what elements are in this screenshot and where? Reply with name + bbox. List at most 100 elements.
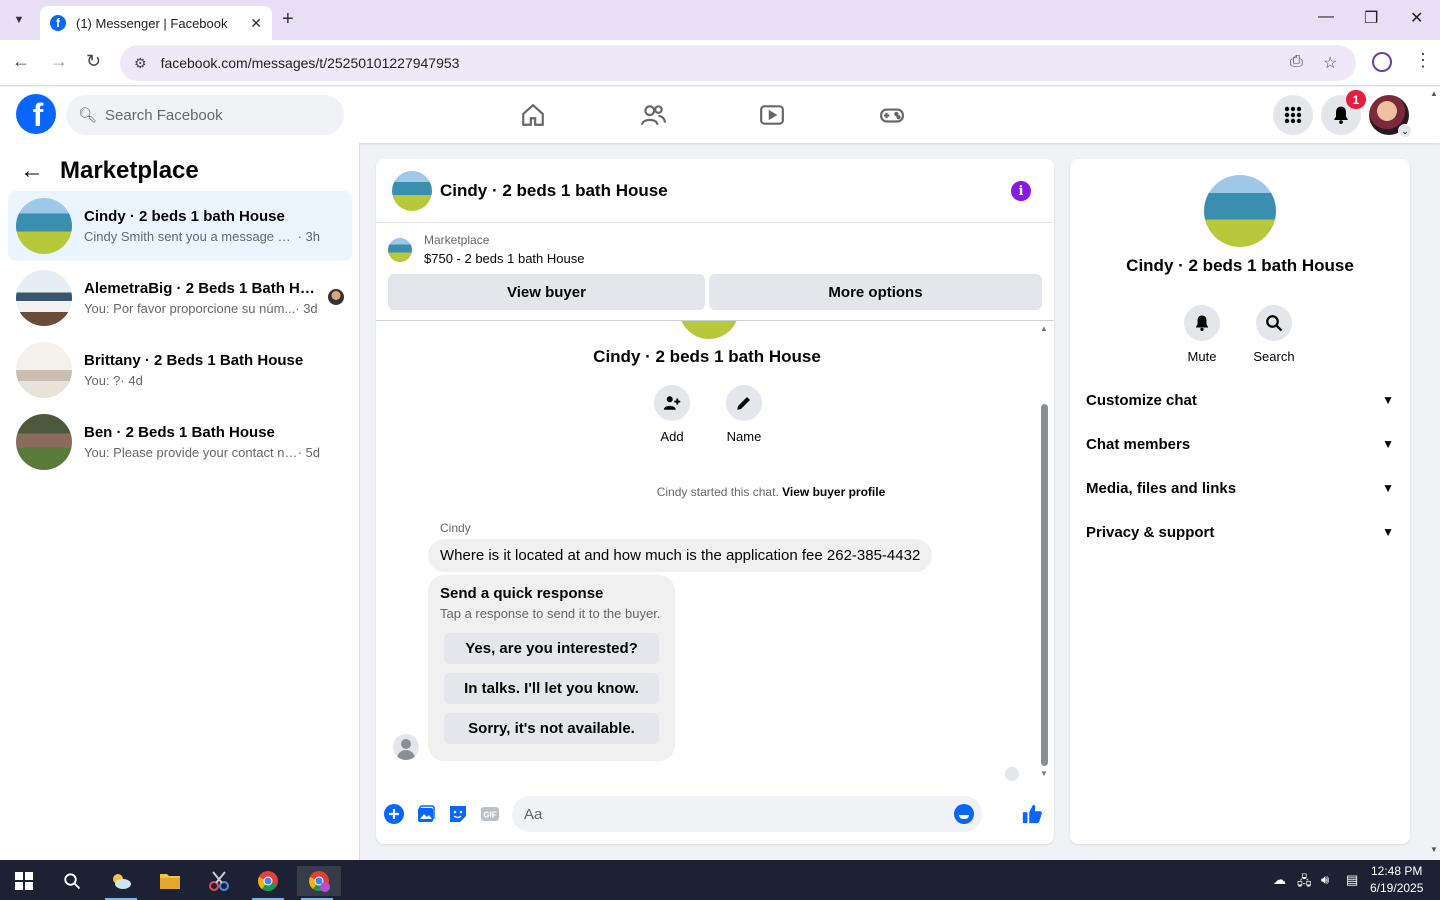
message-thread[interactable]: Cindy · 2 beds 1 bath House Add Name Cin…	[376, 321, 1054, 781]
search-action[interactable]: Search	[1244, 305, 1304, 364]
forward-icon[interactable]: →	[50, 51, 68, 72]
chat-members-section[interactable]: Chat members ▼	[1078, 422, 1402, 466]
conversation-time: · 3d	[295, 301, 318, 316]
browser-tab[interactable]: f (1) Messenger | Facebook ✕	[40, 6, 272, 40]
chat-header: Cindy · 2 beds 1 bath House	[376, 159, 1054, 223]
add-person-icon	[654, 385, 690, 421]
quick-response-in-talks-button[interactable]: In talks. I'll let you know.	[444, 673, 659, 704]
section-label: Customize chat	[1086, 391, 1197, 409]
scroll-down-icon[interactable]: ▼	[1040, 769, 1048, 778]
privacy-support-section[interactable]: Privacy & support ▼	[1078, 510, 1402, 554]
conversation-item[interactable]: Brittany · 2 Beds 1 Bath House You: ? · …	[8, 335, 352, 405]
video-icon[interactable]	[752, 99, 792, 131]
emoji-icon[interactable]	[954, 804, 974, 824]
onedrive-icon[interactable]: ☁	[1273, 872, 1286, 888]
message-input-box[interactable]	[512, 796, 982, 832]
sticker-icon[interactable]	[448, 804, 468, 824]
install-app-icon[interactable]: ⎙	[1290, 53, 1303, 71]
bookmark-star-icon[interactable]: ☆	[1323, 53, 1337, 73]
view-buyer-button[interactable]: View buyer	[388, 274, 705, 310]
chat-title[interactable]: Cindy · 2 beds 1 bath House	[440, 181, 668, 201]
chat-avatar[interactable]	[392, 170, 432, 211]
conversation-item[interactable]: AlemetraBig · 2 Beds 1 Bath Hou... You: …	[8, 263, 352, 333]
close-tab-icon[interactable]: ✕	[250, 15, 262, 32]
file-explorer-icon[interactable]	[150, 866, 190, 896]
facebook-header: f 🔍︎ 1 ⌄	[0, 87, 1440, 143]
menu-grid-icon[interactable]	[1273, 95, 1313, 135]
conversation-item[interactable]: Ben · 2 Beds 1 Bath House You: Please pr…	[8, 407, 352, 477]
mute-action[interactable]: Mute	[1172, 305, 1232, 364]
quick-response-not-available-button[interactable]: Sorry, it's not available.	[444, 713, 659, 744]
listing-thumbnail	[388, 237, 412, 262]
page-scrollbar[interactable]: ▲ ▼	[1428, 87, 1440, 860]
browser-profile-icon[interactable]	[1372, 52, 1392, 72]
tab-title: (1) Messenger | Facebook	[76, 15, 228, 31]
chat-scrollbar-thumb[interactable]	[1041, 404, 1048, 766]
listing-thumbnail	[16, 414, 72, 470]
chevron-down-icon: ▼	[1382, 437, 1394, 451]
more-options-button[interactable]: More options	[709, 274, 1042, 310]
conversation-item[interactable]: Cindy · 2 beds 1 bath House Cindy Smith …	[8, 191, 352, 261]
quick-response-heading: Send a quick response	[440, 585, 604, 602]
weather-widget-icon[interactable]	[101, 866, 141, 900]
browser-menu-icon[interactable]: ⋮	[1414, 50, 1432, 71]
thumbs-up-icon[interactable]	[1020, 804, 1044, 824]
chat-window: Cindy · 2 beds 1 bath House i Marketplac…	[376, 159, 1054, 844]
account-avatar[interactable]: ⌄	[1369, 95, 1412, 138]
scroll-down-icon[interactable]: ▼	[1430, 845, 1438, 854]
plus-icon[interactable]	[384, 804, 404, 824]
facebook-logo-icon[interactable]: f	[16, 94, 56, 134]
read-receipt-avatar	[1005, 767, 1019, 781]
customize-chat-section[interactable]: Customize chat ▼	[1078, 378, 1402, 422]
name-action[interactable]: Name	[714, 385, 774, 444]
close-window-icon[interactable]: ✕	[1410, 8, 1423, 28]
system-message: Cindy started this chat. View buyer prof…	[376, 485, 1054, 499]
scroll-up-icon[interactable]: ▲	[1430, 89, 1438, 98]
conversation-preview: You: Por favor proporcione su núm...	[84, 301, 296, 316]
message-input[interactable]	[524, 805, 944, 823]
back-icon[interactable]: ←	[12, 51, 30, 72]
gif-icon[interactable]: GIF	[480, 804, 500, 824]
windows-taskbar: ☁ 🖧 🔊︎ 12:48 PM 6/19/2025 ▤	[0, 860, 1440, 900]
omnibox[interactable]: ⚙ facebook.com/messages/t/25250101227947…	[120, 45, 1356, 81]
photo-icon[interactable]	[416, 804, 436, 824]
taskbar-clock[interactable]: 12:48 PM 6/19/2025	[1370, 863, 1423, 897]
quick-response-yes-button[interactable]: Yes, are you interested?	[444, 633, 659, 664]
quick-response-card: Send a quick response Tap a response to …	[428, 575, 675, 761]
clock-date: 6/19/2025	[1370, 881, 1424, 895]
minimize-icon[interactable]: —	[1318, 8, 1334, 26]
restore-icon[interactable]: ❐	[1364, 8, 1378, 28]
home-icon[interactable]	[513, 99, 553, 131]
gaming-icon[interactable]	[872, 99, 912, 131]
search-icon: 🔍︎	[78, 107, 98, 124]
friends-icon[interactable]	[633, 99, 673, 131]
marketplace-conversations-panel: ← Marketplace Cindy · 2 beds 1 bath Hous…	[0, 143, 360, 860]
site-info-icon[interactable]: ⚙	[134, 55, 147, 72]
facebook-search[interactable]: 🔍︎	[66, 95, 344, 135]
snipping-tool-icon[interactable]	[199, 866, 239, 896]
conversation-time: · 4d	[120, 373, 143, 388]
message-bubble[interactable]: Where is it located at and how much is t…	[428, 539, 933, 572]
chat-profile-picture[interactable]	[1204, 175, 1276, 247]
view-buyer-profile-link[interactable]: View buyer profile	[782, 485, 885, 499]
reload-icon[interactable]: ↻	[86, 51, 101, 72]
info-icon[interactable]: i	[1011, 181, 1031, 201]
notification-center-icon[interactable]: ▤	[1346, 872, 1358, 888]
back-arrow-icon[interactable]: ←	[20, 157, 44, 185]
windows-start-icon[interactable]	[4, 866, 44, 896]
scroll-up-icon[interactable]: ▲	[1040, 324, 1048, 333]
add-action[interactable]: Add	[642, 385, 702, 444]
chrome-profile-icon[interactable]	[297, 866, 341, 900]
facebook-search-input[interactable]	[105, 106, 326, 124]
media-files-links-section[interactable]: Media, files and links ▼	[1078, 466, 1402, 510]
new-tab-icon[interactable]: +	[282, 8, 294, 31]
listing-thumbnail	[16, 270, 72, 326]
taskbar-search-icon[interactable]	[52, 866, 92, 896]
svg-text:GIF: GIF	[483, 811, 496, 820]
chevron-down-icon: ▼	[1382, 481, 1394, 495]
tab-search-dropdown-icon[interactable]: ▼	[6, 8, 32, 32]
chrome-icon[interactable]	[248, 866, 288, 900]
volume-icon[interactable]: 🔊︎	[1321, 872, 1329, 888]
network-icon[interactable]: 🖧	[1297, 872, 1312, 894]
notification-badge: 1	[1346, 90, 1366, 109]
